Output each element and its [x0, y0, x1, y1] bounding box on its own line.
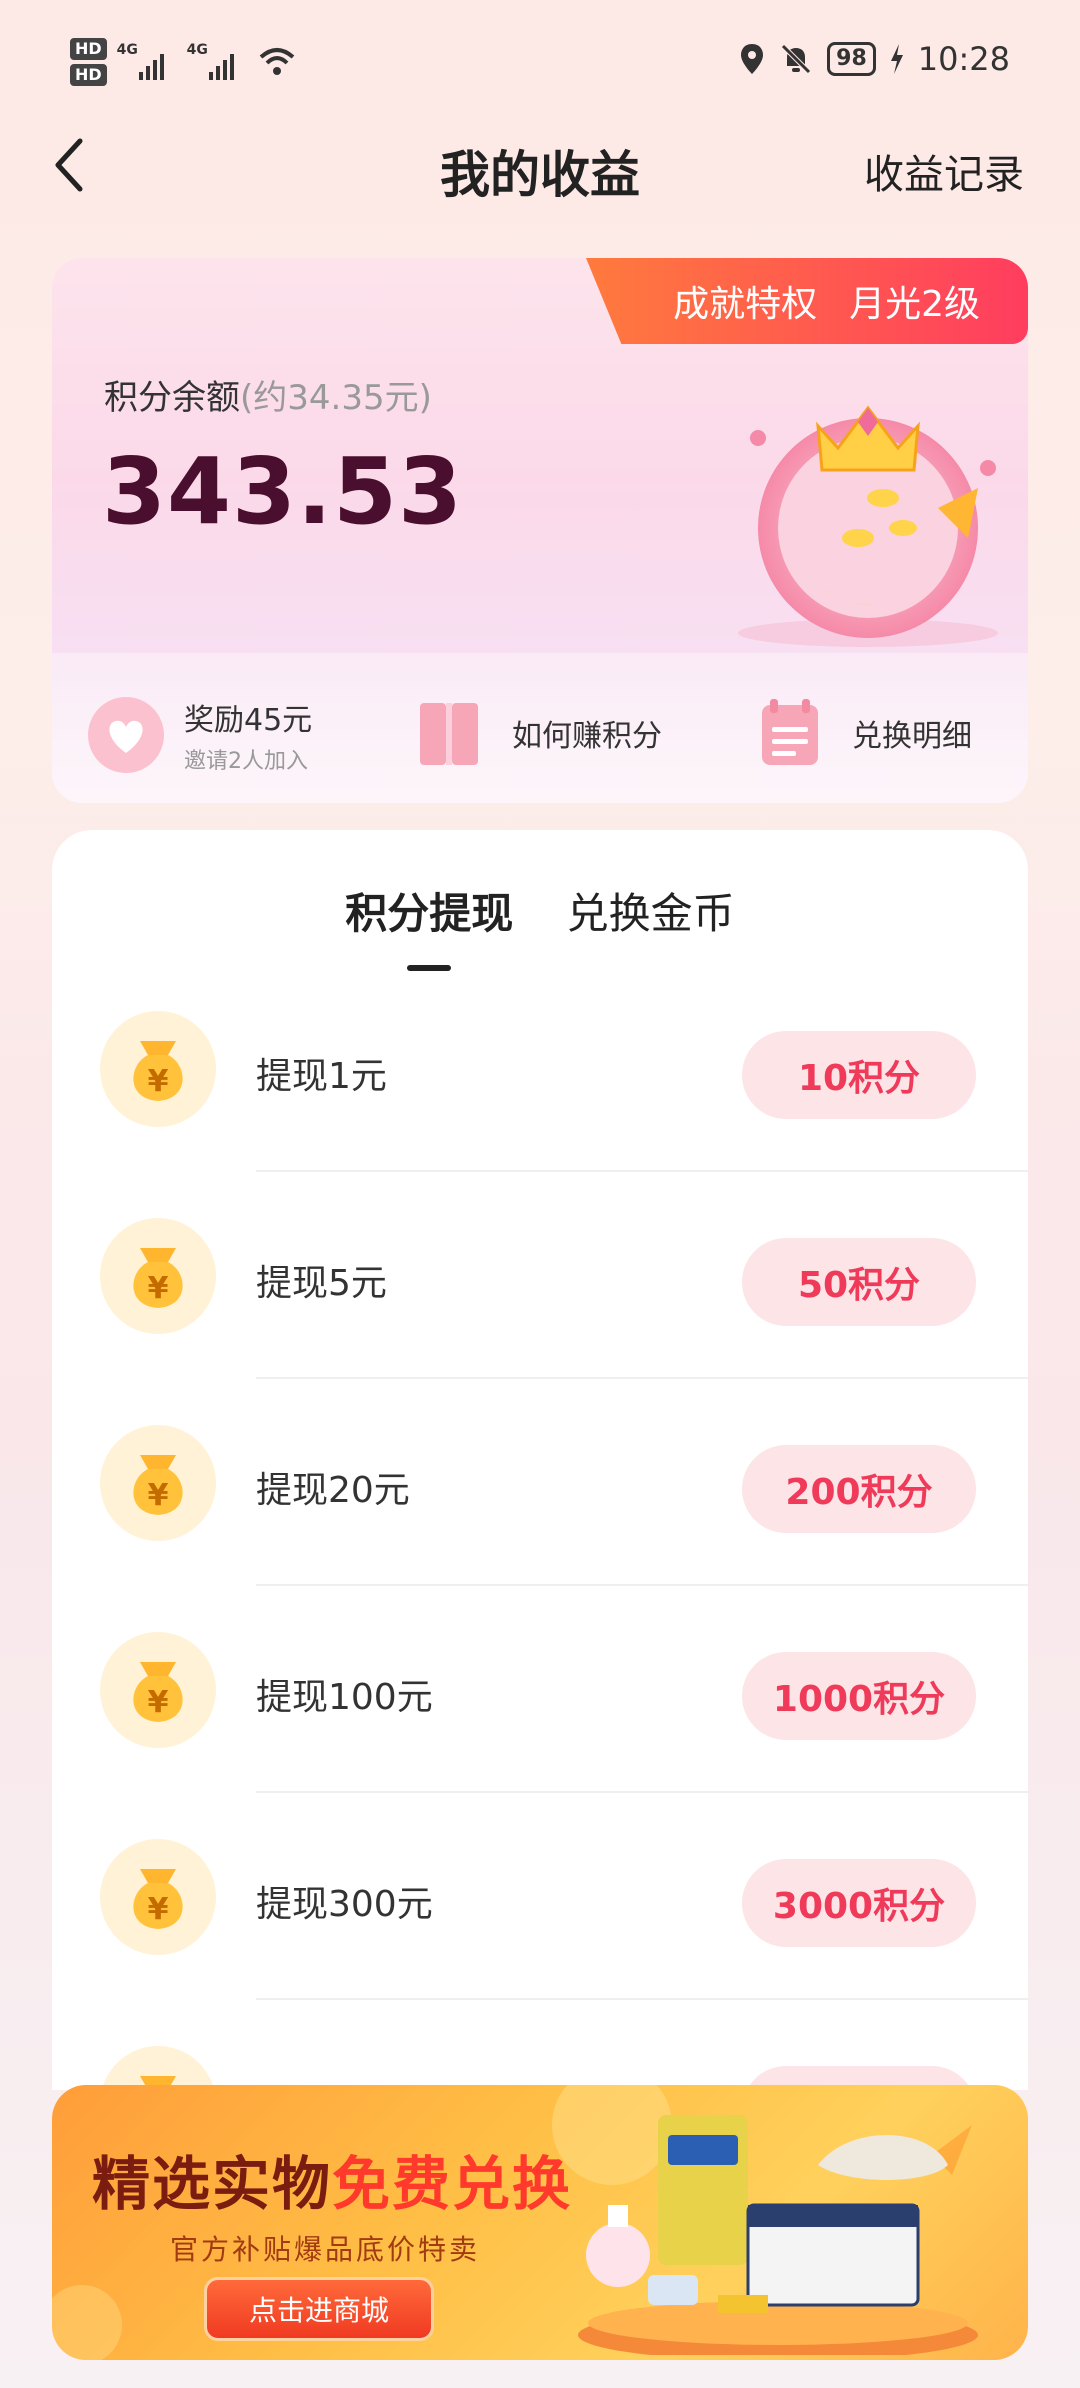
exchange-details-text: 兑换明细: [852, 719, 972, 754]
earnings-records-link[interactable]: 收益记录: [864, 142, 1024, 200]
charging-icon: [890, 44, 903, 74]
withdraw-row-partial[interactable]: [52, 2000, 1028, 2090]
status-right: 98 10:28: [739, 40, 1010, 78]
how-to-earn-action[interactable]: 如何赚积分: [412, 695, 662, 771]
sim-indicators: HD HD: [70, 38, 107, 86]
banner-title: 精选实物免费兑换: [92, 2137, 572, 2221]
product-goods-illustration: [578, 2115, 978, 2355]
clipboard-icon: [762, 699, 818, 765]
withdraw-panel: 积分提现 兑换金币 ¥ 提现1元 10积分 ¥ 提现5元 50积分 ¥ 提现20…: [52, 830, 1028, 2090]
battery-indicator: 98: [827, 42, 876, 76]
money-bag-icon: ¥: [100, 1632, 216, 1748]
withdraw-row[interactable]: ¥ 提现5元 50积分: [52, 1172, 1028, 1379]
balance-approx: (约34.35元): [240, 378, 432, 418]
invite-reward-action[interactable]: 奖励45元 邀请2人加入: [88, 695, 312, 775]
svg-text:¥: ¥: [148, 1478, 169, 1513]
status-left: HD HD 4G 4G: [70, 38, 297, 86]
badge-level-label: 月光2级: [849, 284, 980, 325]
exchange-points-button[interactable]: 3000积分: [742, 1859, 976, 1947]
mall-promo-banner[interactable]: 精选实物免费兑换 官方补贴爆品底价特卖 点击进商城: [52, 2085, 1028, 2360]
svg-text:¥: ¥: [148, 1685, 169, 1720]
withdraw-row[interactable]: ¥ 提现1元 10积分: [52, 965, 1028, 1172]
money-bag-icon: ¥: [100, 1839, 216, 1955]
bell-muted-icon: [781, 44, 811, 74]
banner-title-a: 精选实物: [92, 2150, 333, 2218]
withdraw-label: 提现100元: [256, 1677, 433, 1718]
banner-title-b: 免费兑换: [332, 2150, 573, 2218]
withdraw-label: 提现1元: [256, 1056, 387, 1097]
exchange-points-button[interactable]: 50积分: [742, 1238, 976, 1326]
network1-label: 4G: [116, 42, 138, 58]
withdraw-label: 提现300元: [256, 1884, 433, 1925]
status-bar: HD HD 4G 4G 98 10:28: [0, 0, 1080, 130]
exchange-points-button[interactable]: 200积分: [742, 1445, 976, 1533]
sim2-hd: HD: [70, 64, 107, 86]
exchange-points-button[interactable]: 1000积分: [742, 1652, 976, 1740]
svg-text:¥: ¥: [148, 1064, 169, 1099]
money-bag-icon: ¥: [100, 1425, 216, 1541]
signal-2-icon: 4G: [187, 42, 247, 82]
money-bag-icon: ¥: [100, 1218, 216, 1334]
quick-actions: 奖励45元 邀请2人加入 如何赚积分 兑换明细: [52, 653, 1028, 803]
signal-1-icon: 4G: [117, 42, 177, 82]
location-icon: [741, 44, 764, 74]
svg-text:¥: ¥: [148, 1271, 169, 1306]
balance-label: 积分余额: [104, 378, 240, 418]
withdraw-label: 提现5元: [256, 1263, 387, 1304]
network2-label: 4G: [186, 42, 208, 58]
enter-mall-button[interactable]: 点击进商城: [204, 2277, 434, 2341]
withdraw-row[interactable]: ¥ 提现300元 3000积分: [52, 1793, 1028, 2000]
svg-text:¥: ¥: [148, 1892, 169, 1927]
badge-privilege-label: 成就特权: [673, 284, 818, 325]
exchange-details-action[interactable]: 兑换明细: [752, 695, 972, 771]
how-to-earn-text: 如何赚积分: [512, 719, 662, 754]
achievement-badge[interactable]: 成就特权 月光2级: [586, 258, 1028, 344]
banner-subtitle: 官方补贴爆品底价特卖: [170, 2233, 481, 2266]
withdraw-row[interactable]: ¥ 提现20元 200积分: [52, 1379, 1028, 1586]
invite-reward-text: 奖励45元: [184, 703, 313, 738]
money-bag-icon: [101, 2046, 215, 2090]
clock: 10:28: [917, 40, 1010, 78]
wifi-icon: [259, 48, 294, 75]
invite-reward-sub: 邀请2人加入: [184, 749, 308, 774]
moon-crown-icon: [738, 405, 998, 647]
tab-points-withdraw[interactable]: 积分提现: [345, 880, 513, 971]
withdraw-row[interactable]: ¥ 提现100元 1000积分: [52, 1586, 1028, 1793]
balance-label-row: 积分余额(约34.35元): [104, 370, 432, 419]
balance-card: 成就特权 月光2级 积分余额(约34.35元) 343.53 奖励45元 邀请2…: [52, 258, 1028, 803]
sim1-hd: HD: [70, 38, 107, 60]
book-icon: [420, 703, 478, 765]
tab-exchange-coins[interactable]: 兑换金币: [567, 880, 735, 941]
balance-value: 343.53: [102, 438, 464, 545]
exchange-points-button[interactable]: 10积分: [742, 1031, 976, 1119]
money-bag-icon: ¥: [100, 1011, 216, 1127]
heart-icon: [88, 697, 164, 773]
withdraw-label: 提现20元: [256, 1470, 410, 1511]
tab-bar: 积分提现 兑换金币: [52, 880, 1028, 971]
